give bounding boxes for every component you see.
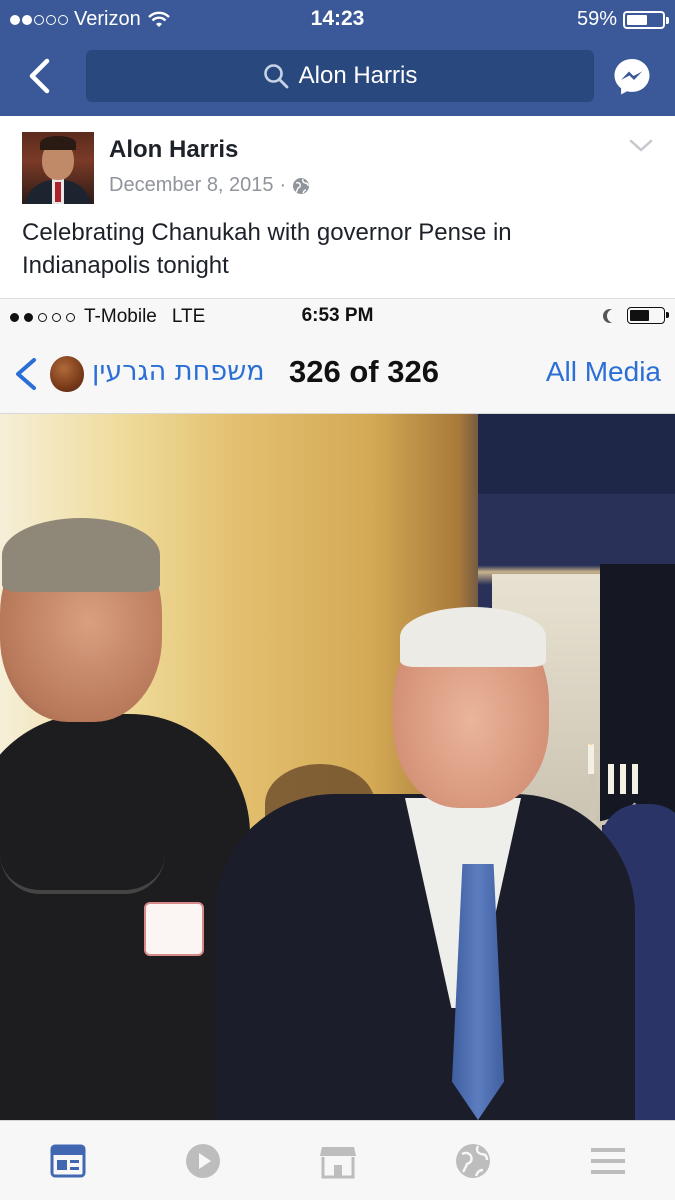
embedded-album-title: משפחת הגרעין <box>92 356 265 387</box>
post-header: Alon Harris December 8, 2015 · Celebrati… <box>0 116 675 298</box>
tab-notifications[interactable] <box>451 1139 495 1183</box>
tab-marketplace[interactable] <box>316 1139 360 1183</box>
notifications-globe-icon <box>455 1143 490 1178</box>
meta-separator: · <box>279 174 287 196</box>
do-not-disturb-icon <box>607 309 621 323</box>
globe-icon <box>293 177 310 194</box>
back-chevron-icon <box>29 58 50 94</box>
post-options-chevron-icon[interactable] <box>629 138 653 154</box>
battery-group: 59% <box>576 8 669 31</box>
post-author[interactable]: Alon Harris <box>109 136 238 164</box>
menu-icon <box>590 1147 625 1174</box>
embedded-battery-icon <box>627 307 669 324</box>
messenger-icon[interactable] <box>613 57 651 95</box>
battery-icon <box>623 10 669 29</box>
search-icon <box>263 64 289 89</box>
marketplace-icon <box>319 1146 356 1178</box>
facebook-nav-bar: Alon Harris <box>0 38 675 116</box>
post-image[interactable]: T-Mobile LTE 6:53 PM משפחת הגרעין 326 of… <box>0 298 675 1120</box>
embedded-time: 6:53 PM <box>301 305 374 326</box>
tab-menu[interactable] <box>586 1139 630 1183</box>
name-tag <box>144 902 204 956</box>
event-photo <box>0 414 675 1120</box>
back-button[interactable] <box>18 54 62 98</box>
battery-percent: 59% <box>576 8 617 30</box>
search-text: Alon Harris <box>298 62 418 89</box>
post-text: Celebrating Chanukah with governor Pense… <box>22 219 512 279</box>
embedded-back-chevron-icon <box>16 358 36 390</box>
tab-news-feed[interactable] <box>46 1139 90 1183</box>
album-chestnut-icon <box>50 356 84 392</box>
post-date[interactable]: December 8, 2015 <box>109 174 274 197</box>
clock: 14:23 <box>310 7 365 30</box>
embedded-all-media-link: All Media <box>545 356 661 387</box>
tab-video[interactable] <box>181 1139 225 1183</box>
status-bar: Verizon 14:23 59% <box>0 0 675 38</box>
post-meta: December 8, 2015 · <box>109 174 310 197</box>
embedded-status-bar: T-Mobile LTE 6:53 PM <box>0 298 675 334</box>
search-field[interactable]: Alon Harris <box>86 50 594 102</box>
bottom-tab-bar <box>0 1120 675 1200</box>
embedded-photo-counter: 326 of 326 <box>289 354 439 389</box>
avatar[interactable] <box>22 132 94 204</box>
news-feed-icon <box>50 1144 85 1177</box>
embedded-photo-nav: משפחת הגרעין 326 of 326 All Media <box>0 334 675 414</box>
video-icon <box>185 1143 220 1178</box>
